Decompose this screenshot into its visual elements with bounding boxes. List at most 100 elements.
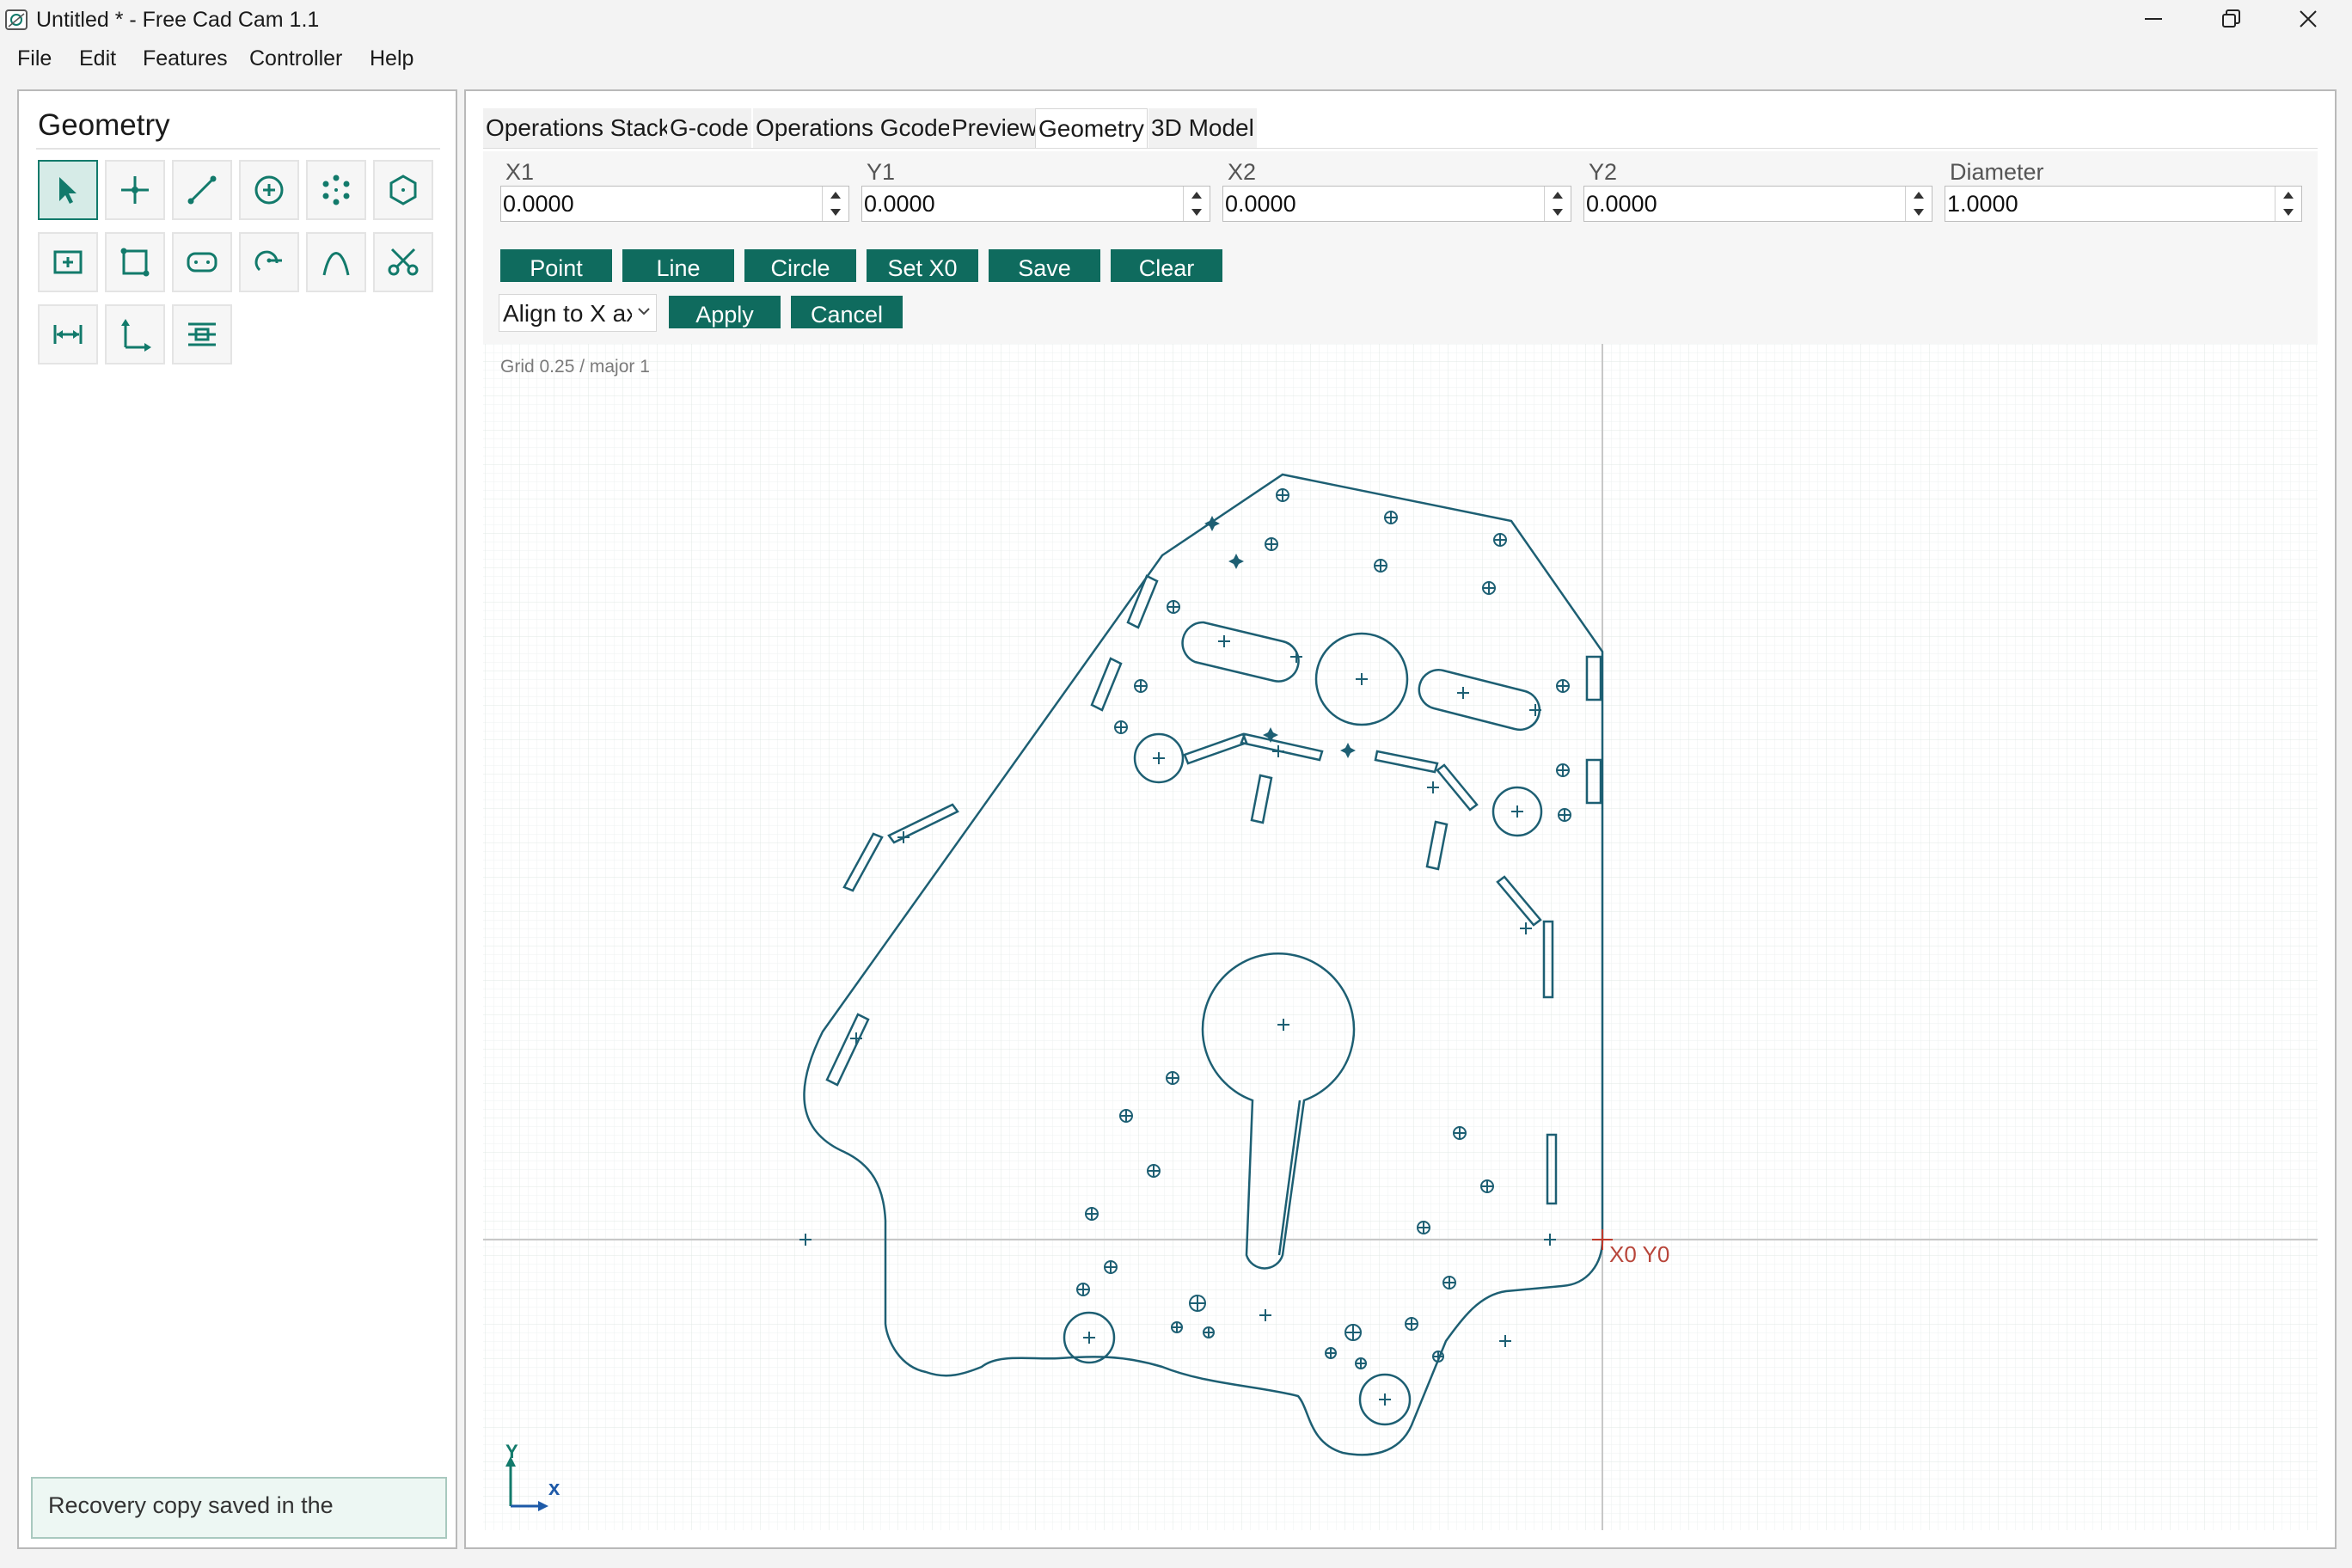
- y1-stepper[interactable]: [1183, 187, 1210, 221]
- close-icon: [2300, 10, 2317, 28]
- align-tool-button[interactable]: [172, 304, 232, 364]
- tab-operations-gcode[interactable]: Operations Gcode: [753, 108, 954, 148]
- rectangle-center-icon: [53, 250, 83, 274]
- circle-center-icon: [254, 175, 284, 205]
- spin-up-icon[interactable]: [1906, 187, 1932, 204]
- minimize-button[interactable]: [2115, 0, 2192, 38]
- rectangle-corner-tool-button[interactable]: [105, 232, 165, 292]
- axis-tool-button[interactable]: [105, 304, 165, 364]
- x2-field[interactable]: [1222, 186, 1571, 222]
- small-hole: [1076, 1283, 1090, 1296]
- menu-help[interactable]: Help: [366, 45, 417, 72]
- slot-tool-button[interactable]: [172, 232, 232, 292]
- select-tool-button[interactable]: [38, 160, 98, 220]
- menu-file[interactable]: File: [14, 45, 55, 72]
- y1-field[interactable]: [861, 186, 1210, 222]
- x2-label: X2: [1228, 159, 1257, 185]
- rectangle-center-tool-button[interactable]: [38, 232, 98, 292]
- close-button[interactable]: [2269, 0, 2347, 38]
- align-center-icon: [188, 322, 216, 346]
- y2-input[interactable]: [1586, 188, 1896, 219]
- spin-down-icon[interactable]: [2275, 204, 2301, 221]
- small-hole: [1493, 533, 1507, 547]
- geometry-drawing[interactable]: [483, 344, 2318, 1530]
- small-hole: [1432, 1351, 1444, 1363]
- y2-field[interactable]: [1583, 186, 1932, 222]
- circle-button[interactable]: Circle: [744, 249, 856, 282]
- divider: [36, 148, 440, 150]
- spin-down-icon[interactable]: [1545, 204, 1571, 221]
- small-hole: [1189, 1295, 1206, 1312]
- save-button[interactable]: Save: [989, 249, 1100, 282]
- trim-tool-button[interactable]: [373, 232, 433, 292]
- menu-bar: File Edit Features Controller Help: [0, 41, 2352, 76]
- polygon-tool-button[interactable]: [373, 160, 433, 220]
- clear-button[interactable]: Clear: [1111, 249, 1222, 282]
- x1-field[interactable]: [500, 186, 849, 222]
- spin-up-icon[interactable]: [1545, 187, 1571, 204]
- small-hole: [1166, 1071, 1179, 1085]
- grid-info-label: Grid 0.25 / major 1: [500, 357, 650, 377]
- point-tool-button[interactable]: [105, 160, 165, 220]
- geometry-canvas[interactable]: Grid 0.25 / major 1 X0 Y0 Y x: [483, 344, 2318, 1530]
- y1-input[interactable]: [864, 188, 1173, 219]
- spin-down-icon[interactable]: [1906, 204, 1932, 221]
- small-hole: [1119, 1109, 1133, 1123]
- bolt-circle-tool-button[interactable]: [306, 160, 366, 220]
- tab-geometry[interactable]: Geometry: [1035, 108, 1148, 148]
- measure-tool-button[interactable]: [38, 304, 98, 364]
- small-hole: [1482, 581, 1496, 595]
- tab-preview[interactable]: Preview: [949, 108, 1040, 148]
- align-mode-select[interactable]: Align to X axis: [499, 294, 657, 332]
- spin-down-icon[interactable]: [1184, 204, 1210, 221]
- restore-button[interactable]: [2192, 0, 2269, 38]
- status-text: Recovery copy saved in the: [48, 1492, 334, 1518]
- x2-stepper[interactable]: [1544, 187, 1571, 221]
- menu-edit[interactable]: Edit: [76, 45, 119, 72]
- tab-g-code[interactable]: G-code: [667, 108, 751, 148]
- menu-features[interactable]: Features: [139, 45, 231, 72]
- arc-tool-button[interactable]: [239, 232, 299, 292]
- small-hole: [1134, 679, 1148, 693]
- spin-up-icon[interactable]: [823, 187, 848, 204]
- measure-icon: [53, 325, 83, 344]
- small-hole: [1453, 1126, 1467, 1140]
- x2-input[interactable]: [1225, 188, 1534, 219]
- set-x0-button[interactable]: Set X0: [867, 249, 978, 282]
- axis-x-label: x: [548, 1477, 560, 1500]
- diameter-field[interactable]: [1945, 186, 2302, 222]
- diameter-input[interactable]: [1947, 188, 2265, 219]
- restore-icon: [2222, 9, 2240, 28]
- spin-up-icon[interactable]: [2275, 187, 2301, 204]
- diameter-stepper[interactable]: [2275, 187, 2301, 221]
- point-button[interactable]: Point: [500, 249, 612, 282]
- align-mode-value: Align to X axis: [503, 300, 632, 327]
- divider: [483, 148, 2318, 149]
- spin-down-icon[interactable]: [823, 204, 848, 221]
- minimize-icon: [2145, 18, 2162, 20]
- main-workspace-panel: Operations Stack G-code Operations Gcode…: [464, 89, 2337, 1549]
- curve-tool-button[interactable]: [306, 232, 366, 292]
- x1-input[interactable]: [503, 188, 812, 219]
- line-tool-button[interactable]: [172, 160, 232, 220]
- small-hole: [1442, 1276, 1456, 1289]
- rectangle-corner-icon: [120, 248, 150, 277]
- y2-stepper[interactable]: [1905, 187, 1932, 221]
- app-icon: [5, 9, 28, 30]
- y1-label: Y1: [867, 159, 896, 185]
- tab-operations-stack[interactable]: Operations Stack: [483, 108, 673, 148]
- axis-y-label: Y: [505, 1441, 518, 1462]
- spin-up-icon[interactable]: [1184, 187, 1210, 204]
- line-button[interactable]: Line: [622, 249, 734, 282]
- small-hole: [1104, 1260, 1118, 1274]
- menu-controller[interactable]: Controller: [246, 45, 346, 72]
- apply-button[interactable]: Apply: [669, 296, 781, 328]
- small-hole: [1344, 1324, 1362, 1341]
- x1-stepper[interactable]: [822, 187, 848, 221]
- small-hole: [1417, 1221, 1430, 1234]
- small-hole: [1480, 1179, 1494, 1193]
- tab-3d-model[interactable]: 3D Model: [1148, 108, 1257, 148]
- diameter-label: Diameter: [1950, 159, 2044, 185]
- cancel-button[interactable]: Cancel: [791, 296, 903, 328]
- circle-tool-button[interactable]: [239, 160, 299, 220]
